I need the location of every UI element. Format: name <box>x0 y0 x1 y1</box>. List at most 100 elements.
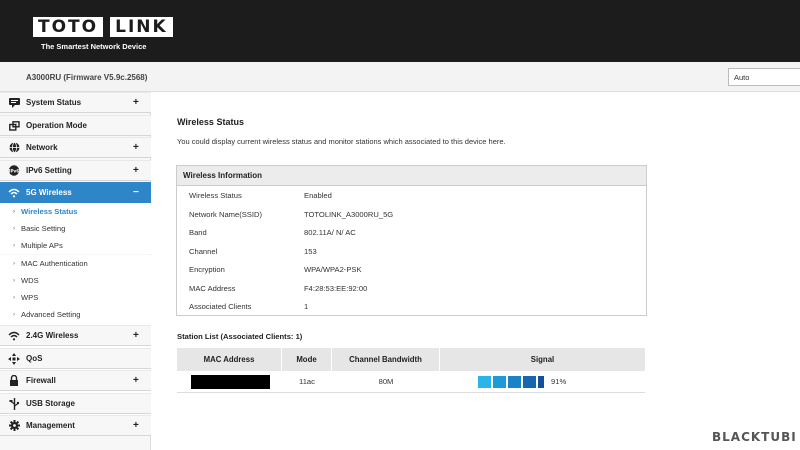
sidebar-label: IPv6 Setting <box>26 166 72 175</box>
expand-icon: + <box>133 330 139 341</box>
submenu-wps[interactable]: › WPS <box>0 289 151 306</box>
page-title: Wireless Status <box>177 117 244 127</box>
table-row: 11ac 80M 91% <box>177 371 645 393</box>
chevron-right-icon: › <box>13 277 15 284</box>
submenu-label: MAC Authentication <box>21 259 88 268</box>
signal-bar <box>493 376 506 388</box>
info-value: 153 <box>304 247 317 256</box>
chevron-right-icon: › <box>13 242 15 249</box>
sidebar-item-usb-storage[interactable]: USB Storage <box>0 393 151 414</box>
column-header: Signal <box>530 355 555 364</box>
status-icon <box>8 97 20 109</box>
submenu-label: Advanced Setting <box>21 310 81 319</box>
info-label: Encryption <box>189 265 225 274</box>
model-firmware: A3000RU (Firmware V5.9c.2568) <box>26 73 148 82</box>
submenu-label: Basic Setting <box>21 224 66 233</box>
sidebar-label: Operation Mode <box>26 121 87 130</box>
sidebar-item-ipv6[interactable]: IPv6 IPv6 Setting + <box>0 160 151 181</box>
signal-bar <box>508 376 521 388</box>
column-header: Mode <box>282 348 332 371</box>
svg-text:IPv6: IPv6 <box>9 168 20 174</box>
usb-icon <box>8 397 20 410</box>
table-header: MAC Address Mode Channel Bandwidth Signa… <box>177 348 645 371</box>
info-value: F4:28:53:EE:92:00 <box>304 284 368 293</box>
sidebar-label: 2.4G Wireless <box>26 331 79 340</box>
collapse-icon: − <box>133 187 139 198</box>
page-description: You could display current wireless statu… <box>177 137 506 146</box>
sidebar-label: USB Storage <box>26 399 75 408</box>
sidebar-item-system-status[interactable]: System Status + <box>0 92 151 113</box>
signal-bar <box>478 376 491 388</box>
sidebar-item-qos[interactable]: QoS <box>0 348 151 369</box>
sidebar-item-24g-wireless[interactable]: 2.4G Wireless + <box>0 325 151 346</box>
mode-icon <box>8 120 20 132</box>
panel-header: Wireless Information <box>177 166 646 186</box>
lock-icon <box>8 375 20 387</box>
signal-bar <box>538 376 544 388</box>
chevron-right-icon: › <box>13 260 15 267</box>
logo-right: LINK <box>110 17 173 37</box>
expand-icon: + <box>133 142 139 153</box>
gear-icon <box>8 420 20 432</box>
expand-icon: + <box>133 165 139 176</box>
chevron-right-icon: › <box>13 225 15 232</box>
sidebar-label: 5G Wireless <box>26 188 72 197</box>
info-value: 802.11A/ N/ AC <box>304 228 356 237</box>
expand-icon: + <box>133 375 139 386</box>
submenu-wireless-status[interactable]: › Wireless Status <box>0 203 151 220</box>
info-label: MAC Address <box>189 284 236 293</box>
logo-left: TOTO <box>33 17 104 37</box>
mode-cell: 11ac <box>299 377 315 386</box>
submenu-multiple-aps[interactable]: › Multiple APs <box>0 237 151 254</box>
sidebar-item-firewall[interactable]: Firewall + <box>0 370 151 391</box>
model-bar: A3000RU (Firmware V5.9c.2568) <box>0 62 800 92</box>
sidebar-item-5g-wireless[interactable]: 5G Wireless − <box>0 182 151 203</box>
wireless-information-panel: Wireless Information Wireless Status Ena… <box>176 165 647 316</box>
watermark: BLACKTUBI <box>712 430 797 444</box>
info-label: Band <box>189 228 207 237</box>
station-list-title: Station List (Associated Clients: 1) <box>177 332 303 341</box>
submenu-mac-authentication[interactable]: › MAC Authentication <box>0 255 151 272</box>
submenu-wds[interactable]: › WDS <box>0 272 151 289</box>
submenu-label: Wireless Status <box>21 207 78 216</box>
totolink-logo: TOTO LINK The Smartest Network Device <box>33 17 173 51</box>
sidebar-item-network[interactable]: Network + <box>0 137 151 158</box>
submenu-label: WPS <box>21 293 39 302</box>
column-header: MAC Address <box>177 348 282 371</box>
sidebar-item-operation-mode[interactable]: Operation Mode <box>0 115 151 136</box>
submenu-basic-setting[interactable]: › Basic Setting <box>0 220 151 237</box>
sidebar-label: QoS <box>26 354 43 363</box>
top-header: TOTO LINK The Smartest Network Device <box>0 0 800 62</box>
chevron-right-icon: › <box>13 208 15 215</box>
bandwidth-cell: 80M <box>378 377 394 386</box>
expand-icon: + <box>133 420 139 431</box>
column-header: Channel Bandwidth <box>332 348 440 371</box>
info-value: 1 <box>304 302 309 311</box>
chevron-right-icon: › <box>13 294 15 301</box>
globe-icon <box>8 142 20 154</box>
signal-bar <box>523 376 536 388</box>
info-label: Wireless Status <box>189 191 242 200</box>
chevron-right-icon: › <box>13 311 15 318</box>
info-label: Associated Clients <box>189 302 252 311</box>
wifi-icon <box>8 330 20 342</box>
info-label: Channel <box>189 247 218 256</box>
logo-tagline: The Smartest Network Device <box>41 42 147 51</box>
info-value: TOTOLINK_A3000RU_5G <box>304 210 394 219</box>
sidebar-label: Network <box>26 143 58 152</box>
info-value: Enabled <box>304 191 332 200</box>
ipv6-icon: IPv6 <box>8 165 20 177</box>
submenu-advanced-setting[interactable]: › Advanced Setting <box>0 306 151 323</box>
expand-icon: + <box>133 97 139 108</box>
info-label: Network Name(SSID) <box>189 210 262 219</box>
signal-percent: 91% <box>551 377 567 386</box>
sidebar-label: Firewall <box>26 376 56 385</box>
language-select[interactable]: Auto <box>728 68 800 86</box>
sidebar-item-management[interactable]: Management + <box>0 415 151 436</box>
wifi-icon <box>8 187 20 199</box>
qos-icon <box>8 352 20 365</box>
redacted-mac <box>191 375 270 389</box>
sidebar-label: Management <box>26 421 75 430</box>
info-value: WPA/WPA2-PSK <box>304 265 362 274</box>
signal-strength-bars <box>478 376 544 388</box>
